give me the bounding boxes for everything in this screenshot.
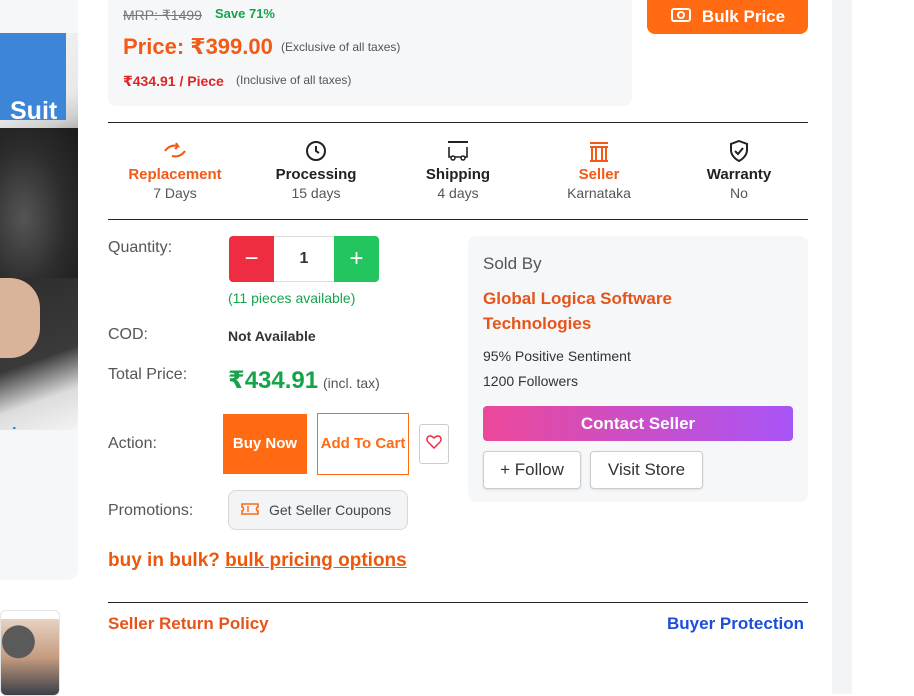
- divider-top: [108, 122, 808, 123]
- feature-title: Warranty: [706, 166, 772, 183]
- feature-value: Karnataka: [567, 185, 631, 201]
- sale-price: Price: ₹399.00: [123, 34, 273, 59]
- feature-title: Processing: [275, 166, 357, 183]
- buyer-protection-link[interactable]: Buyer Protection: [667, 614, 804, 634]
- action-label: Action:: [108, 435, 157, 452]
- bulk-price-button[interactable]: Bulk Price: [647, 0, 808, 34]
- photo-caption-fragment: ning: [0, 425, 40, 430]
- seller-return-policy-link[interactable]: Seller Return Policy: [108, 614, 269, 634]
- product-photo[interactable]: Suit ning: [0, 33, 78, 430]
- feature-title: Shipping: [425, 166, 491, 183]
- buy-now-button[interactable]: Buy Now: [223, 414, 307, 474]
- quantity-label: Quantity:: [108, 239, 173, 256]
- price-tax-note: (Exclusive of all taxes): [281, 40, 401, 54]
- truck-icon: [388, 138, 528, 164]
- heart-icon: [426, 434, 442, 454]
- quantity-increase-button[interactable]: +: [334, 236, 379, 282]
- product-thumbnail[interactable]: [0, 610, 60, 696]
- feature-title: Seller: [578, 166, 620, 183]
- feature-title: Replacement: [128, 166, 222, 183]
- product-image-panel: Suit ning: [0, 0, 78, 580]
- bulk-prompt-text: buy in bulk?: [108, 550, 220, 571]
- ticket-icon: [241, 502, 259, 519]
- contact-seller-button[interactable]: Contact Seller: [483, 406, 793, 441]
- coupon-label: Get Seller Coupons: [269, 502, 392, 518]
- seller-followers: 1200 Followers: [483, 373, 578, 389]
- visit-store-button[interactable]: Visit Store: [590, 451, 703, 489]
- bulk-prompt: buy in bulk? bulk pricing options: [108, 550, 407, 572]
- clock-icon: [246, 138, 386, 164]
- replacement-icon: [105, 138, 245, 164]
- total-price-label: Total Price:: [108, 366, 188, 383]
- photo-face-region: [0, 278, 40, 358]
- add-to-cart-button[interactable]: Add To Cart: [317, 413, 409, 475]
- total-price-note: (incl. tax): [323, 375, 380, 391]
- per-piece-price: ₹434.91 / Piece: [123, 73, 224, 89]
- cod-value: Not Available: [228, 328, 316, 344]
- seller-name-link[interactable]: Global Logica Software Technologies: [483, 286, 713, 336]
- quantity-stepper: − 1 +: [229, 236, 379, 282]
- get-seller-coupons-button[interactable]: Get Seller Coupons: [228, 490, 408, 530]
- save-badge: Save 71%: [215, 6, 275, 21]
- thumbnail-image: [1, 619, 59, 695]
- feature-replacement: Replacement 7 Days: [105, 138, 245, 201]
- follow-button[interactable]: + Follow: [483, 451, 581, 489]
- photo-overlay-text: Suit: [10, 97, 58, 125]
- sold-by-label: Sold By: [483, 254, 542, 273]
- wishlist-button[interactable]: [419, 424, 449, 464]
- cod-label: COD:: [108, 326, 148, 343]
- bulk-price-icon: [670, 6, 692, 29]
- feature-processing: Processing 15 days: [246, 138, 386, 201]
- feature-seller: Seller Karnataka: [529, 138, 669, 201]
- available-pieces: (11 pieces available): [228, 290, 356, 306]
- feature-value: 7 Days: [153, 185, 197, 201]
- promotions-label: Promotions:: [108, 502, 194, 519]
- feature-value: 15 days: [291, 185, 341, 201]
- feature-value: 4 days: [437, 185, 479, 201]
- seller-sentiment: 95% Positive Sentiment: [483, 348, 631, 364]
- shield-check-icon: [669, 138, 809, 164]
- feature-warranty: Warranty No: [669, 138, 809, 201]
- divider-features: [108, 219, 808, 220]
- feature-value: No: [730, 185, 748, 201]
- store-icon: [529, 138, 669, 164]
- bulk-price-label: Bulk Price: [701, 7, 786, 26]
- bulk-pricing-link[interactable]: bulk pricing options: [225, 550, 407, 571]
- photo-hat-region: [0, 128, 78, 278]
- per-piece-tax-note: (Inclusive of all taxes): [236, 73, 352, 87]
- feature-shipping: Shipping 4 days: [388, 138, 528, 201]
- quantity-input[interactable]: 1: [274, 236, 334, 282]
- quantity-decrease-button[interactable]: −: [229, 236, 274, 282]
- divider-bottom: [108, 602, 808, 603]
- mrp-price: MRP: ₹1499: [123, 7, 202, 23]
- right-scroll-gutter: [832, 0, 852, 694]
- total-price-value: ₹434.91: [228, 367, 319, 394]
